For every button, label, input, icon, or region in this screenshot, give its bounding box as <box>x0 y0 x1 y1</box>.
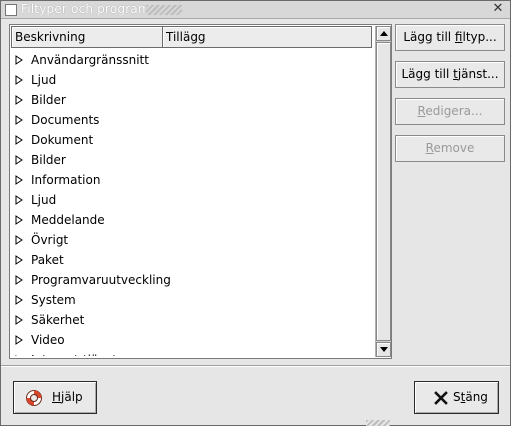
list-item[interactable]: Bilder <box>11 150 372 170</box>
list-item-label: Video <box>31 333 65 347</box>
scroll-up-button[interactable] <box>376 26 391 41</box>
triangle-right-icon[interactable] <box>14 135 24 145</box>
list-item-label: Internet-tjänster <box>31 350 129 356</box>
triangle-right-icon[interactable] <box>14 275 24 285</box>
edit-button[interactable]: Redigera... <box>395 98 505 125</box>
list-item-label: Säkerhet <box>31 313 85 327</box>
list-header: Beskrivning Tillägg <box>11 26 372 48</box>
triangle-right-icon[interactable] <box>14 75 24 85</box>
list-item[interactable]: Säkerhet <box>11 310 372 330</box>
list-item[interactable]: Meddelande <box>11 210 372 230</box>
triangle-right-icon[interactable] <box>14 315 24 325</box>
triangle-right-icon[interactable] <box>14 255 24 265</box>
arrow-down-icon <box>380 347 388 352</box>
list-item-label: System <box>31 293 76 307</box>
resize-grip <box>366 420 390 426</box>
window-close-icon[interactable]: ✕ <box>492 2 504 16</box>
triangle-right-icon[interactable] <box>14 195 24 205</box>
triangle-right-icon[interactable] <box>14 55 24 65</box>
add-service-button[interactable]: Lägg till tjänst... <box>395 61 505 88</box>
list-item[interactable]: Användargränssnitt <box>11 50 372 70</box>
button-label: Lägg till <box>401 67 454 81</box>
help-button[interactable]: Hjälp <box>13 381 97 414</box>
separator <box>1 365 510 367</box>
button-label: Lägg till <box>403 30 455 44</box>
scroll-down-button[interactable] <box>376 342 391 357</box>
list-item-label: Meddelande <box>31 213 105 227</box>
list-item[interactable]: Information <box>11 170 372 190</box>
button-label: jänst... <box>457 67 499 81</box>
lifebuoy-icon <box>26 390 42 406</box>
button-label: iltyp... <box>462 30 497 44</box>
list-item[interactable]: Dokument <box>11 130 372 150</box>
list-item[interactable]: Ljud <box>11 70 372 90</box>
triangle-right-icon[interactable] <box>14 295 24 305</box>
filetype-list: Beskrivning Tillägg Användargränssnitt Lj… <box>9 24 392 359</box>
column-header-extension[interactable]: Tillägg <box>163 26 372 48</box>
dialog-window: Filtyper och program ✕ Beskrivning Tillä… <box>0 0 511 426</box>
button-label: emove <box>433 141 475 155</box>
mnemonic: H <box>52 390 62 404</box>
remove-button[interactable]: Remove <box>395 135 505 162</box>
list-item-label: Information <box>31 173 101 187</box>
triangle-right-icon[interactable] <box>14 215 24 225</box>
triangle-right-icon[interactable] <box>14 95 24 105</box>
list-item[interactable]: Documents <box>11 110 372 130</box>
scroll-thumb[interactable] <box>376 42 391 341</box>
list-item-label: Dokument <box>31 133 94 147</box>
triangle-right-icon[interactable] <box>14 235 24 245</box>
list-item-label: Bilder <box>31 93 66 107</box>
list-item[interactable]: Programvaruutveckling <box>11 270 372 290</box>
triangle-right-icon[interactable] <box>14 155 24 165</box>
triangle-right-icon[interactable] <box>14 355 24 356</box>
list-item[interactable]: System <box>11 290 372 310</box>
vertical-scrollbar[interactable] <box>375 26 391 357</box>
list-item[interactable]: Bilder <box>11 90 372 110</box>
list-item-label: Programvaruutveckling <box>31 273 171 287</box>
list-item-label: Paket <box>31 253 64 267</box>
list-item-label: Användargränssnitt <box>31 53 149 67</box>
triangle-right-icon[interactable] <box>14 115 24 125</box>
title-bar[interactable]: Filtyper och program ✕ <box>1 1 510 19</box>
list-item[interactable]: Internet-tjänster <box>11 350 372 356</box>
list-item[interactable]: Övrigt <box>11 230 372 250</box>
list-item-label: Ljud <box>31 193 57 207</box>
button-label: edigera... <box>425 104 483 118</box>
help-label: Hjälp <box>52 382 83 413</box>
arrow-up-icon <box>380 31 388 36</box>
list-item-label: Bilder <box>31 153 66 167</box>
triangle-right-icon[interactable] <box>14 335 24 345</box>
triangle-right-icon[interactable] <box>14 175 24 185</box>
column-header-description[interactable]: Beskrivning <box>11 26 163 48</box>
list-item[interactable]: Paket <box>11 250 372 270</box>
close-button[interactable]: Stäng <box>414 381 499 414</box>
close-label: Stäng <box>453 382 488 413</box>
list-rows: Användargränssnitt Ljud Bilder Documents Dok… <box>11 50 372 356</box>
title-grip <box>146 5 182 15</box>
list-item[interactable]: Video <box>11 330 372 350</box>
list-item-label: Övrigt <box>31 233 69 247</box>
window-title: Filtyper och program <box>21 2 150 16</box>
button-label: S <box>453 390 461 404</box>
list-item[interactable]: Ljud <box>11 190 372 210</box>
list-item-label: Ljud <box>31 73 57 87</box>
window-menu-icon[interactable] <box>5 4 17 16</box>
list-item-label: Documents <box>31 113 100 127</box>
x-close-icon <box>434 391 448 405</box>
add-filetype-button[interactable]: Lägg till filtyp... <box>395 24 505 51</box>
button-label: jälp <box>61 390 83 404</box>
button-label: äng <box>465 390 488 404</box>
